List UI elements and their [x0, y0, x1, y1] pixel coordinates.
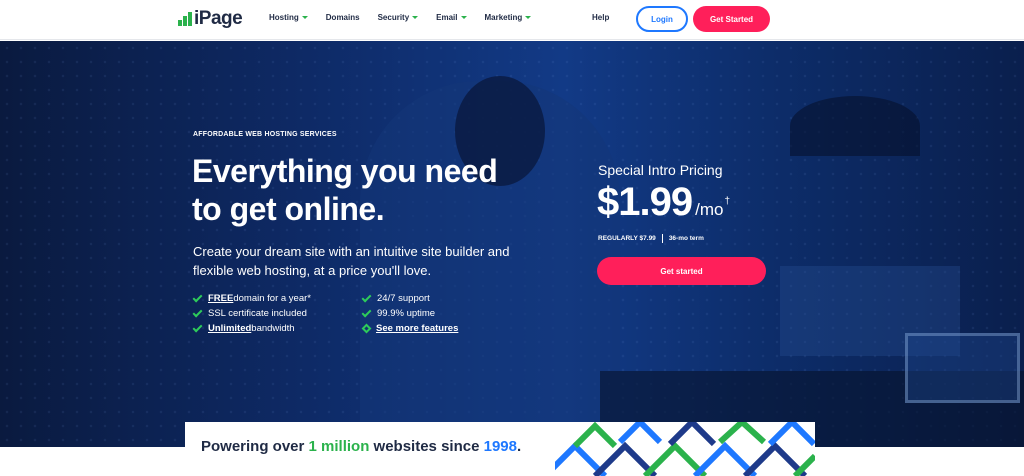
check-icon	[192, 307, 203, 317]
feature-text: 99.9% uptime	[377, 308, 436, 319]
stats-banner: Powering over 1 million websites since 1…	[185, 422, 815, 476]
decorative-pattern-graphic	[555, 422, 815, 476]
regular-price-line: REGULARLY $7.99 36-mo term	[598, 234, 704, 243]
check-icon	[361, 292, 372, 302]
check-icon	[192, 322, 203, 332]
menu-item-domains[interactable]: Domains	[326, 13, 360, 22]
banner-highlight-count: 1 million	[308, 438, 370, 455]
hero-headline: Everything you need to get online.	[192, 153, 498, 227]
chevron-down-icon	[460, 16, 467, 19]
menu-item-email[interactable]: Email	[436, 13, 467, 22]
term-length: 36-mo term	[668, 235, 704, 242]
menu-item-marketing[interactable]: Marketing	[485, 13, 532, 22]
feature-free-domain: FREE domain for a year*	[192, 292, 311, 304]
feature-strong: FREE	[208, 293, 234, 304]
feature-strong: Unlimited	[208, 323, 252, 334]
feature-link-text: See more features	[376, 323, 459, 334]
pricing-label: Special Intro Pricing	[598, 162, 723, 178]
banner-text-part: .	[516, 438, 522, 455]
menu-item-hosting[interactable]: Hosting	[269, 13, 308, 22]
menu-item-label: Marketing	[484, 13, 523, 22]
menu-item-label: Hosting	[269, 13, 299, 22]
check-icon	[361, 307, 372, 317]
menu-item-security[interactable]: Security	[378, 13, 419, 22]
chevron-down-icon	[301, 16, 308, 19]
get-started-cta-button[interactable]: Get started	[597, 257, 766, 285]
price-dagger: †	[724, 196, 731, 207]
banner-highlight-year: 1998	[483, 438, 517, 455]
banner-text-part: Powering over	[201, 438, 309, 455]
regular-price: REGULARLY $7.99	[598, 235, 656, 242]
get-started-button[interactable]: Get Started	[693, 6, 770, 32]
hero-subheadline: Create your dream site with an intuitive…	[193, 244, 510, 278]
hero-background-lamp	[790, 96, 920, 156]
chevron-down-icon	[412, 16, 419, 19]
main-menu: Hosting Domains Security Email Marketing	[269, 13, 549, 22]
feature-bandwidth: Unlimited bandwidth	[192, 322, 295, 334]
price-amount: $1.99	[597, 180, 693, 224]
divider	[661, 234, 663, 243]
feature-text: 24/7 support	[377, 293, 430, 304]
login-button[interactable]: Login	[636, 6, 688, 32]
feature-text: SSL certificate included	[208, 308, 307, 319]
price-display: $1.99 /mo †	[597, 180, 730, 225]
feature-support: 24/7 support	[361, 292, 430, 304]
diamond-icon	[361, 323, 372, 334]
banner-text-part: websites since	[369, 438, 484, 455]
menu-item-label: Email	[436, 13, 458, 22]
feature-uptime: 99.9% uptime	[361, 307, 436, 319]
logo-text: iPage	[194, 8, 243, 29]
price-unit: /mo	[695, 200, 724, 219]
menu-item-label: Domains	[325, 13, 360, 22]
help-link[interactable]: Help	[592, 13, 609, 22]
feature-text: domain for a year*	[233, 293, 311, 304]
hero-background-monitor	[905, 333, 1020, 403]
stats-banner-text: Powering over 1 million websites since 1…	[201, 438, 521, 455]
feature-text: bandwidth	[251, 323, 295, 334]
top-navbar: iPage Hosting Domains Security Email Mar…	[0, 0, 1024, 40]
check-icon	[192, 292, 203, 302]
logo-bars-icon	[178, 12, 192, 26]
hero-eyebrow: AFFORDABLE WEB HOSTING SERVICES	[193, 131, 337, 138]
see-more-features-link[interactable]: See more features	[361, 323, 459, 334]
ipage-logo[interactable]: iPage	[178, 8, 243, 30]
menu-item-label: Security	[377, 13, 410, 22]
feature-ssl: SSL certificate included	[192, 307, 307, 319]
chevron-down-icon	[525, 16, 532, 19]
